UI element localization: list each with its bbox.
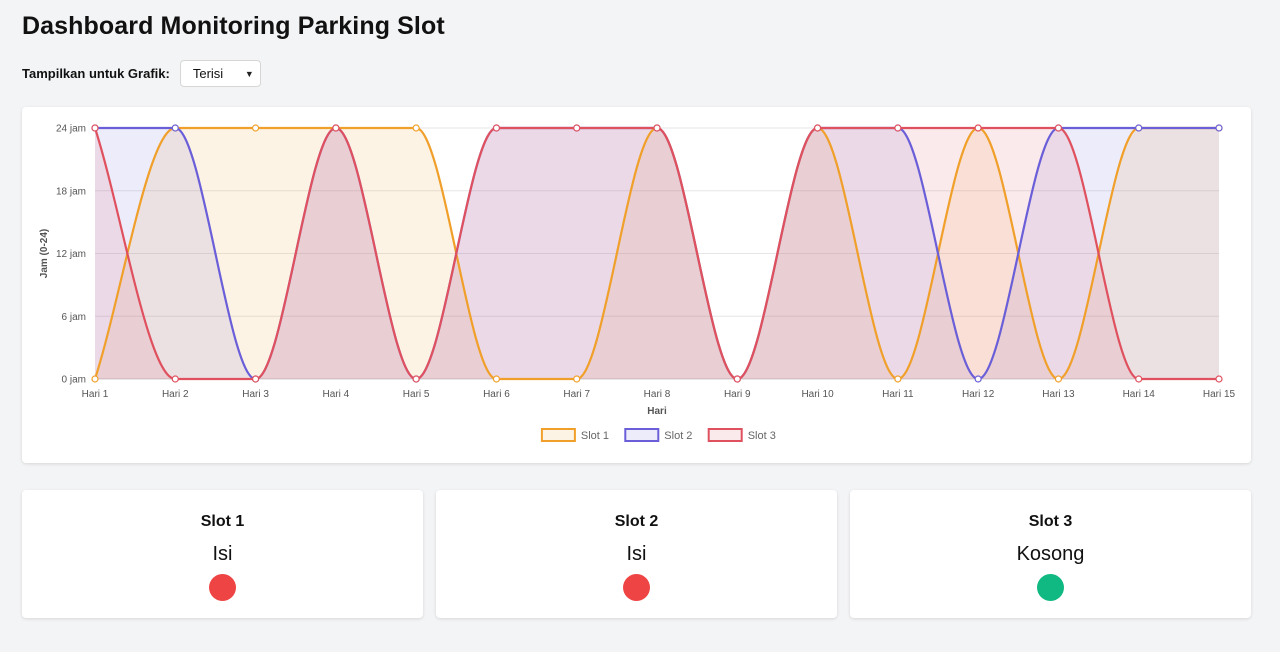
slot-card-1: Slot 1 Isi	[22, 490, 423, 618]
usage-chart: 0 jam 6 jam 12 jam 18 jam 24 jam Hari 1 Hari 2…	[39, 124, 1236, 442]
data-point	[573, 375, 581, 383]
data-point	[91, 124, 99, 132]
y-tick-label: 6 jam	[62, 312, 86, 323]
y-tick-label: 0 jam	[62, 375, 86, 386]
slot-name: Slot 3	[1028, 513, 1073, 530]
x-tick-label: Hari 9	[724, 389, 751, 400]
slot-card-2: Slot 2 Isi	[436, 490, 837, 618]
data-point	[1135, 124, 1143, 132]
slot-status: Isi	[626, 543, 647, 565]
legend-swatch	[540, 428, 576, 442]
x-tick-label: Hari 12	[962, 389, 995, 400]
status-indicator-dot	[1037, 574, 1064, 601]
legend-swatch	[624, 428, 660, 442]
x-tick-label: Hari 14	[1123, 389, 1156, 400]
data-point	[1054, 124, 1063, 132]
legend-label: Slot 2	[664, 430, 692, 442]
data-point	[171, 375, 179, 383]
data-point	[1054, 375, 1063, 383]
x-tick-label: Hari 5	[403, 389, 430, 400]
data-point	[412, 375, 420, 383]
data-point	[653, 124, 661, 132]
data-point	[1135, 375, 1143, 383]
y-tick-label: 12 jam	[56, 249, 86, 260]
data-point	[332, 124, 340, 132]
data-point	[1215, 124, 1223, 132]
data-point	[91, 375, 99, 383]
data-point	[733, 375, 741, 383]
x-tick-label: Hari 1	[82, 389, 109, 400]
data-point	[251, 124, 260, 132]
x-tick-label: Hari 8	[644, 389, 671, 400]
x-tick-label: Hari 6	[483, 389, 510, 400]
x-tick-label: Hari 4	[323, 389, 350, 400]
slot-name: Slot 1	[200, 513, 245, 530]
data-point	[974, 375, 982, 383]
slot-name: Slot 2	[614, 513, 659, 530]
data-point	[894, 124, 902, 132]
slot-status: Isi	[212, 543, 233, 565]
slot-status: Kosong	[1016, 543, 1085, 565]
chart-mode-select[interactable]: Terisi ▼	[179, 60, 261, 87]
chart-card: 0 jam 6 jam 12 jam 18 jam 24 jam Hari 1 Hari 2…	[22, 107, 1251, 463]
status-indicator-dot	[209, 574, 236, 601]
data-point	[412, 124, 420, 132]
legend-swatch	[707, 428, 743, 442]
data-point	[251, 375, 260, 383]
x-axis-title: Hari	[647, 406, 667, 417]
y-tick-label: 18 jam	[56, 186, 86, 197]
legend-label: Slot 3	[748, 430, 776, 442]
data-point	[894, 375, 902, 383]
slot-card-3: Slot 3 Kosong	[850, 490, 1251, 618]
data-point	[573, 124, 581, 132]
x-tick-label: Hari 15	[1203, 389, 1236, 400]
x-tick-label: Hari 2	[162, 389, 189, 400]
y-tick-label: 24 jam	[56, 124, 86, 135]
x-tick-label: Hari 10	[801, 389, 834, 400]
data-point	[1215, 375, 1223, 383]
data-point	[813, 124, 822, 132]
y-axis-title: Jam (0-24)	[39, 229, 50, 278]
data-point	[974, 124, 982, 132]
legend-label: Slot 1	[581, 430, 609, 442]
status-indicator-dot	[623, 574, 650, 601]
x-tick-label: Hari 11	[882, 389, 914, 400]
x-tick-label: Hari 13	[1042, 389, 1075, 400]
chevron-down-icon: ▼	[244, 68, 254, 79]
x-tick-label: Hari 3	[242, 389, 269, 400]
x-tick-label: Hari 7	[563, 389, 590, 400]
chart-filter-label: Tampilkan untuk Grafik:	[22, 66, 170, 81]
data-point	[492, 375, 501, 383]
page-title: Dashboard Monitoring Parking Slot	[22, 12, 445, 40]
chart-filter: Tampilkan untuk Grafik: Terisi ▼	[22, 60, 261, 87]
data-point	[171, 124, 179, 132]
chart-mode-selected-value: Terisi	[192, 66, 224, 81]
data-point	[492, 124, 501, 132]
